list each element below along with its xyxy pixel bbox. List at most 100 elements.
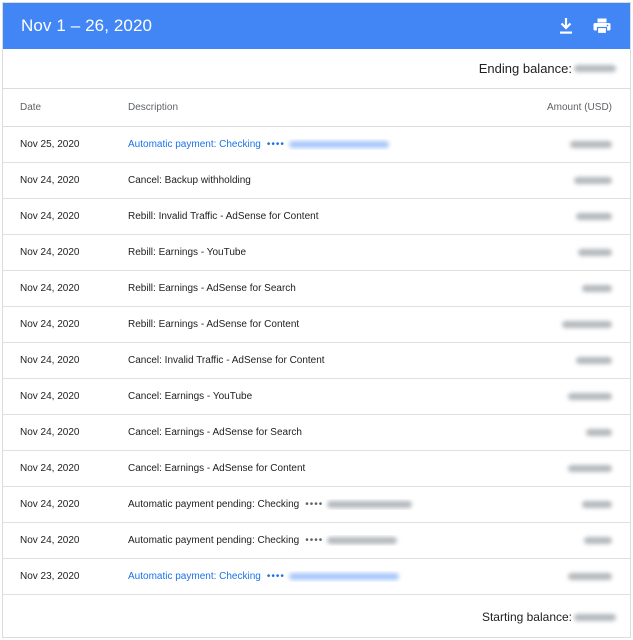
row-date: Nov 24, 2020 [20, 247, 80, 258]
table-row: Nov 24, 2020 Cancel: Earnings - YouTube [3, 379, 630, 415]
row-amount-cell [500, 573, 630, 580]
row-description-cell: Rebill: Invalid Traffic - AdSense for Co… [128, 211, 500, 222]
ending-balance-row: Ending balance: [3, 49, 630, 89]
row-date: Nov 25, 2020 [20, 139, 80, 150]
row-date: Nov 24, 2020 [20, 283, 80, 294]
row-amount-cell [500, 213, 630, 220]
row-description: Cancel: Earnings - YouTube [128, 391, 253, 402]
row-date: Nov 24, 2020 [20, 427, 80, 438]
row-date: Nov 24, 2020 [20, 535, 80, 546]
table-row: Nov 24, 2020 Rebill: Earnings - AdSense f… [3, 271, 630, 307]
column-header-amount: Amount (USD) [546, 102, 612, 113]
row-description-cell: Cancel: Earnings - YouTube [128, 391, 500, 402]
row-date: Nov 24, 2020 [20, 391, 80, 402]
amount-redacted [586, 429, 612, 436]
table-row: Nov 24, 2020 Cancel: Earnings - AdSense f… [3, 451, 630, 487]
row-description-cell: Cancel: Earnings - AdSense for Content [128, 463, 500, 474]
amount-redacted [576, 213, 612, 220]
row-description: Rebill: Earnings - AdSense for Search [128, 283, 296, 294]
row-amount-cell [500, 393, 630, 400]
account-number-redacted [288, 141, 389, 148]
ending-balance-value-redacted [574, 65, 616, 72]
amount-redacted [582, 501, 612, 508]
starting-balance-row: Starting balance: [3, 595, 630, 637]
amount-redacted [576, 357, 612, 364]
row-amount-cell [500, 321, 630, 328]
date-range-title: Nov 1 – 26, 2020 [21, 16, 153, 35]
row-description: Automatic payment pending: Checking [128, 499, 300, 510]
table-row: Nov 24, 2020 Cancel: Backup withholding [3, 163, 630, 199]
amount-redacted [584, 537, 612, 544]
ending-balance-label: Ending balance: [478, 61, 572, 76]
column-header-description: Description [128, 102, 179, 113]
row-amount-cell [500, 285, 630, 292]
amount-redacted [568, 393, 612, 400]
table-row: Nov 24, 2020 Rebill: Invalid Traffic - Ad… [3, 199, 630, 235]
row-amount-cell [500, 249, 630, 256]
masked-account-dots: •••• [266, 571, 285, 582]
row-amount-cell [500, 357, 630, 364]
row-description: Cancel: Earnings - AdSense for Search [128, 427, 302, 438]
row-amount-cell [500, 141, 630, 148]
column-header-date: Date [20, 102, 42, 113]
table-row: Nov 25, 2020 Automatic payment: Checking •… [3, 127, 630, 163]
transaction-list: Nov 25, 2020 Automatic payment: Checking •… [3, 127, 630, 595]
starting-balance-label: Starting balance: [481, 610, 572, 624]
transactions-card: Nov 1 – 26, 2020 Ending balance: Date De… [2, 2, 631, 638]
row-description-link[interactable]: Automatic payment: Checking [128, 571, 261, 582]
row-date: Nov 24, 2020 [20, 211, 80, 222]
row-description: Cancel: Invalid Traffic - AdSense for Co… [128, 355, 325, 366]
row-description: Cancel: Earnings - AdSense for Content [128, 463, 306, 474]
account-number-redacted [288, 573, 399, 580]
row-description: Automatic payment pending: Checking [128, 535, 300, 546]
row-amount-cell [500, 465, 630, 472]
row-date: Nov 24, 2020 [20, 355, 80, 366]
row-amount-cell [500, 429, 630, 436]
masked-account-dots: •••• [266, 139, 285, 150]
row-date: Nov 24, 2020 [20, 175, 80, 186]
table-row: Nov 24, 2020 Rebill: Earnings - YouTube [3, 235, 630, 271]
amount-redacted [568, 465, 612, 472]
table-row: Nov 24, 2020 Rebill: Earnings - AdSense f… [3, 307, 630, 343]
row-description-cell: Cancel: Earnings - AdSense for Search [128, 427, 500, 438]
row-description-cell: Automatic payment: Checking •••• [128, 139, 500, 150]
row-description-cell: Rebill: Earnings - AdSense for Content [128, 319, 500, 330]
table-row: Nov 24, 2020 Automatic payment pending: C… [3, 523, 630, 559]
amount-redacted [574, 177, 612, 184]
row-description-cell: Rebill: Earnings - AdSense for Search [128, 283, 500, 294]
starting-balance-value-redacted [574, 613, 616, 621]
row-description-cell: Rebill: Earnings - YouTube [128, 247, 500, 258]
amount-redacted [582, 285, 612, 292]
row-date: Nov 23, 2020 [20, 571, 80, 582]
amount-redacted [568, 573, 612, 580]
row-description-cell: Automatic payment pending: Checking •••• [128, 535, 500, 546]
row-description-link[interactable]: Automatic payment: Checking [128, 139, 261, 150]
row-amount-cell [500, 537, 630, 544]
account-number-redacted [327, 501, 413, 508]
row-description-cell: Cancel: Backup withholding [128, 175, 500, 186]
row-amount-cell [500, 177, 630, 184]
row-amount-cell [500, 501, 630, 508]
date-range-header: Nov 1 – 26, 2020 [3, 3, 630, 49]
account-number-redacted [327, 537, 398, 544]
row-date: Nov 24, 2020 [20, 463, 80, 474]
table-header: Date Description Amount (USD) [3, 89, 630, 127]
amount-redacted [570, 141, 612, 148]
row-date: Nov 24, 2020 [20, 499, 80, 510]
download-icon[interactable] [554, 14, 578, 38]
masked-account-dots: •••• [305, 499, 324, 510]
row-description: Rebill: Earnings - YouTube [128, 247, 247, 258]
row-description: Rebill: Earnings - AdSense for Content [128, 319, 300, 330]
amount-redacted [562, 321, 612, 328]
print-icon[interactable] [590, 14, 614, 38]
table-row: Nov 24, 2020 Cancel: Earnings - AdSense f… [3, 415, 630, 451]
row-description: Rebill: Invalid Traffic - AdSense for Co… [128, 211, 319, 222]
row-date: Nov 24, 2020 [20, 319, 80, 330]
masked-account-dots: •••• [305, 535, 324, 546]
table-row: Nov 24, 2020 Automatic payment pending: C… [3, 487, 630, 523]
row-description-cell: Cancel: Invalid Traffic - AdSense for Co… [128, 355, 500, 366]
table-row: Nov 24, 2020 Cancel: Invalid Traffic - Ad… [3, 343, 630, 379]
row-description-cell: Automatic payment: Checking •••• [128, 571, 500, 582]
amount-redacted [578, 249, 612, 256]
row-description-cell: Automatic payment pending: Checking •••• [128, 499, 500, 510]
